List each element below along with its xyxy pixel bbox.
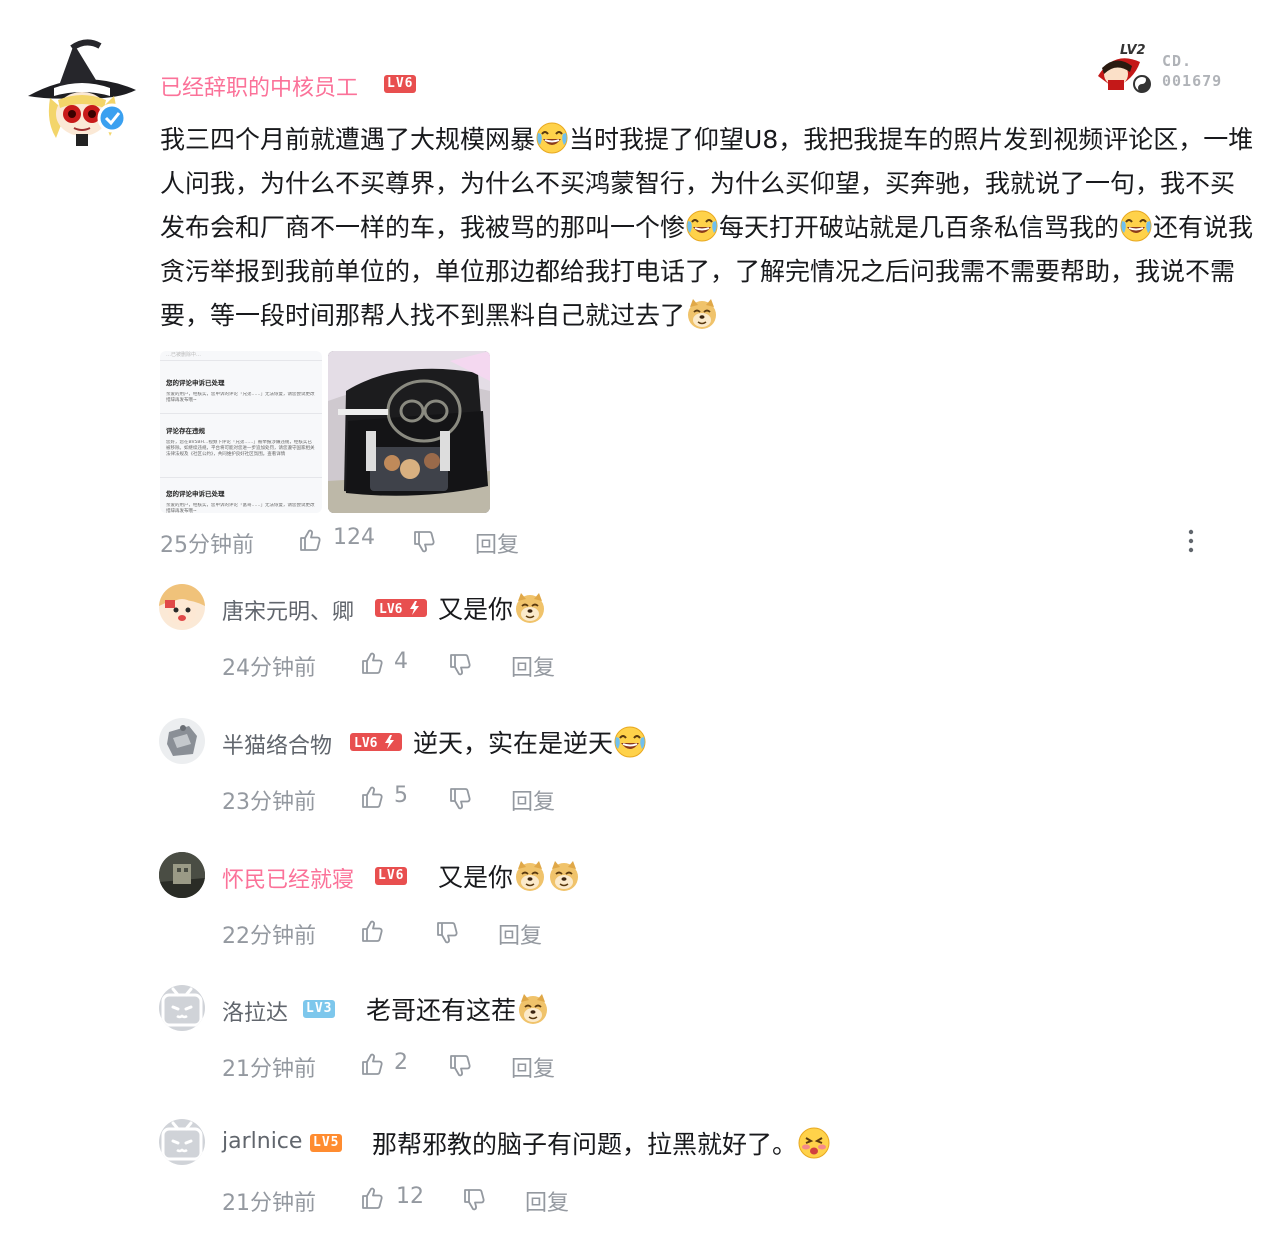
doge-emote — [518, 993, 548, 1025]
laughing-crying-emote — [1120, 210, 1153, 242]
reply-text-row: 又是你 — [438, 858, 581, 894]
reply-avatar[interactable] — [159, 1119, 205, 1165]
reply-username[interactable]: jarlnice — [222, 1129, 302, 1154]
more-options-icon[interactable] — [1178, 528, 1204, 554]
svg-text:LV6: LV6 — [354, 736, 378, 751]
like-icon[interactable] — [358, 650, 384, 676]
reply-time: 21分钟前 — [222, 1191, 316, 1216]
doge-emote — [515, 592, 545, 624]
level-badge: LV6 — [384, 73, 417, 93]
reply-button[interactable]: 回复 — [525, 1185, 569, 1217]
reply-text-row: 又是你 — [438, 590, 547, 626]
like-icon[interactable] — [358, 918, 384, 944]
dislike-icon[interactable] — [446, 652, 472, 678]
comment-image-screenshot[interactable]: …已被删除中… 您的评论申诉已处理 亲爱的用户，经核实，您申诉的评论「兄弟……」… — [160, 351, 322, 513]
level-badge-lv6-vip: LV6 — [350, 733, 402, 751]
doge-emote — [687, 298, 717, 330]
screenshot-top-line: …已被删除中… — [166, 352, 202, 358]
cheeky-emote — [798, 1127, 831, 1159]
doge-emote — [515, 860, 545, 892]
reply-text-row: 逆天，实在是逆天 — [413, 724, 647, 760]
reply-username[interactable]: 怀民已经就寝 — [222, 862, 354, 894]
reply-button[interactable]: 回复 — [498, 918, 542, 950]
like-icon[interactable] — [358, 1051, 384, 1077]
notice-card: 评论存在违规 您好，您在BV5BH…视频下评论「兄弟……」被举报涉嫌违规，经核实… — [166, 427, 315, 457]
reply-text: 老哥还有这茬 — [366, 996, 517, 1025]
reply-text: 那帮邪教的脑子有问题，拉黑就好了。 — [372, 1130, 798, 1159]
reply-button[interactable]: 回复 — [511, 1051, 555, 1083]
level-badge: LV3 — [303, 998, 336, 1018]
fan-medal-icon[interactable]: LV2 — [1094, 40, 1156, 96]
doge-emote — [549, 860, 579, 892]
dislike-icon[interactable] — [410, 529, 436, 555]
like-count: 12 — [396, 1184, 424, 1209]
like-icon[interactable] — [358, 784, 384, 810]
dislike-icon[interactable] — [433, 920, 459, 946]
laughing-crying-emote — [536, 122, 569, 154]
fan-number-label: CD. — [1162, 52, 1193, 70]
like-count: 4 — [394, 649, 408, 674]
comment-image-bag-photo[interactable] — [328, 351, 490, 513]
reply-text-row: 老哥还有这茬 — [366, 991, 550, 1027]
like-icon[interactable] — [296, 527, 322, 553]
reply-username[interactable]: 洛拉达 — [222, 995, 288, 1027]
laughing-crying-emote — [614, 726, 647, 758]
laughing-crying-emote — [686, 210, 719, 242]
svg-text:LV6: LV6 — [379, 602, 403, 617]
reply-text: 又是你 — [438, 863, 514, 892]
comment-text-segment: 我三四个月前就遭遇了大规模网暴 — [160, 125, 536, 154]
reply-time: 21分钟前 — [222, 1057, 316, 1082]
notice-card: 您的评论申诉已处理 亲爱的用户，经核实，您申诉的评论「富哥……」无法恢复，请您尝… — [166, 490, 315, 513]
reply-button[interactable]: 回复 — [475, 527, 519, 559]
reply-button[interactable]: 回复 — [511, 784, 555, 816]
reply-username[interactable]: 唐宋元明、卿 — [222, 594, 354, 626]
reply-avatar[interactable] — [159, 584, 205, 630]
comment-text-segment: 每天打开破站就是几百条私信骂我的 — [719, 213, 1120, 242]
reply-text: 逆天，实在是逆天 — [413, 729, 614, 758]
level-badge: LV5 — [310, 1132, 343, 1152]
comment-time: 25分钟前 — [160, 533, 254, 558]
like-count: 124 — [333, 525, 375, 550]
main-comment-text: 我三四个月前就遭遇了大规模网暴 当时我提了仰望U8，我把我提车的照片发到视频评论区… — [160, 118, 1255, 338]
fan-medal-level: LV2 — [1120, 43, 1146, 58]
like-count: 2 — [394, 1050, 408, 1075]
fan-number: 001679 — [1162, 72, 1223, 90]
reply-username[interactable]: 半猫络合物 — [222, 728, 332, 760]
dislike-icon[interactable] — [446, 786, 472, 812]
reply-time: 24分钟前 — [222, 656, 316, 681]
dislike-icon[interactable] — [446, 1053, 472, 1079]
reply-avatar[interactable] — [159, 985, 205, 1031]
like-icon[interactable] — [358, 1185, 384, 1211]
notice-card: 您的评论申诉已处理 亲爱的用户，经核实，您申诉的评论「兄弟……」无法恢复，请您尝… — [166, 379, 315, 403]
reply-time: 23分钟前 — [222, 790, 316, 815]
dislike-icon[interactable] — [460, 1187, 486, 1213]
reply-avatar[interactable] — [159, 852, 205, 898]
reply-avatar[interactable] — [159, 718, 205, 764]
level-badge-lv6-vip: LV6 — [375, 599, 427, 617]
main-comment-username[interactable]: 已经辞职的中核员工 — [160, 70, 358, 102]
main-comment-avatar[interactable] — [26, 38, 138, 148]
reply-text-row: 那帮邪教的脑子有问题，拉黑就好了。 — [372, 1125, 831, 1161]
reply-text: 又是你 — [438, 595, 514, 624]
level-badge: LV6 — [375, 865, 408, 885]
reply-time: 22分钟前 — [222, 924, 316, 949]
reply-button[interactable]: 回复 — [511, 650, 555, 682]
like-count: 5 — [394, 783, 408, 808]
